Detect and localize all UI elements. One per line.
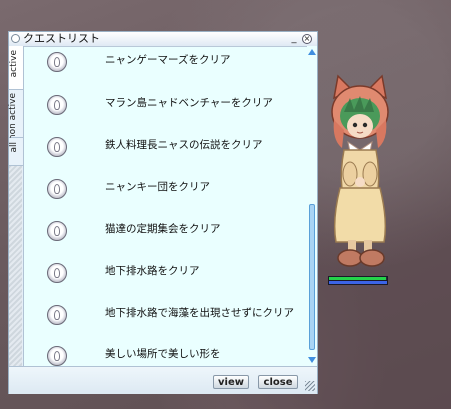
quest-row[interactable]: マラン島ニャドベンチャーをクリア (29, 83, 307, 125)
window-footer: view close (9, 366, 317, 394)
close-button[interactable]: close (258, 375, 298, 389)
quest-row[interactable]: 地下排水路で海藻を出現させずにクリア (29, 293, 307, 335)
tab-non-active[interactable]: non active (8, 90, 23, 141)
quest-icon (47, 346, 67, 366)
scrollbar[interactable] (307, 46, 317, 366)
quest-row[interactable]: 地下排水路をクリア (29, 251, 307, 293)
quest-title: 地下排水路で海藻を出現させずにクリア (105, 307, 294, 319)
quest-title: ニャンキー団をクリア (105, 181, 210, 193)
tab-non-active-label: non active (8, 93, 18, 141)
quest-icon (47, 52, 67, 72)
hp-sp-bars (328, 276, 388, 285)
quest-icon (47, 221, 67, 241)
quest-list-window: クエストリスト _ × active non active all ニャンゲーマ… (8, 31, 318, 394)
sp-bar (328, 280, 388, 285)
quest-icon (47, 263, 67, 283)
quest-row[interactable]: ニャンキー団をクリア (29, 168, 307, 210)
tab-active[interactable]: active (9, 46, 23, 90)
scroll-up-arrow-icon[interactable] (307, 48, 317, 56)
quest-title: ニャンゲーマーズをクリア (105, 54, 231, 66)
quest-title: 地下排水路をクリア (105, 265, 200, 277)
quest-icon (47, 305, 67, 325)
quest-row[interactable]: 鉄人料理長ニャスの伝説をクリア (29, 125, 307, 167)
quest-row[interactable]: 猫達の定期集会をクリア (29, 209, 307, 251)
quest-row[interactable]: 美しい場所で美しい形を (29, 334, 307, 366)
sp-fill (329, 281, 387, 284)
tab-all-label: all (9, 142, 19, 153)
quest-icon (47, 179, 67, 199)
resize-grip-icon[interactable] (305, 381, 315, 391)
quest-icon (47, 95, 67, 115)
minimize-button[interactable]: _ (289, 34, 299, 44)
tab-strip-filler (9, 166, 22, 366)
quest-title: 鉄人料理長ニャスの伝説をクリア (105, 139, 263, 151)
quest-title: 猫達の定期集会をクリア (105, 223, 221, 235)
quest-title: 美しい場所で美しい形を (105, 348, 221, 360)
scroll-down-arrow-icon[interactable] (307, 356, 317, 364)
tab-strip: active non active all (8, 46, 24, 366)
window-titlebar[interactable]: クエストリスト _ × (9, 32, 317, 47)
quest-list: ニャンゲーマーズをクリア マラン島ニャドベンチャーをクリア 鉄人料理長ニャスの伝… (29, 46, 307, 366)
window-title: クエストリスト (23, 32, 100, 45)
quest-icon (47, 137, 67, 157)
quest-row[interactable]: ニャンゲーマーズをクリア (29, 46, 307, 88)
player-character[interactable] (320, 70, 400, 280)
scroll-thumb[interactable] (309, 204, 315, 350)
close-window-icon[interactable]: × (302, 34, 312, 44)
quest-title: マラン島ニャドベンチャーをクリア (105, 97, 273, 109)
tab-all[interactable]: all (9, 138, 23, 166)
view-button[interactable]: view (213, 375, 249, 389)
tab-active-label: active (9, 50, 19, 78)
window-icon (11, 34, 20, 43)
